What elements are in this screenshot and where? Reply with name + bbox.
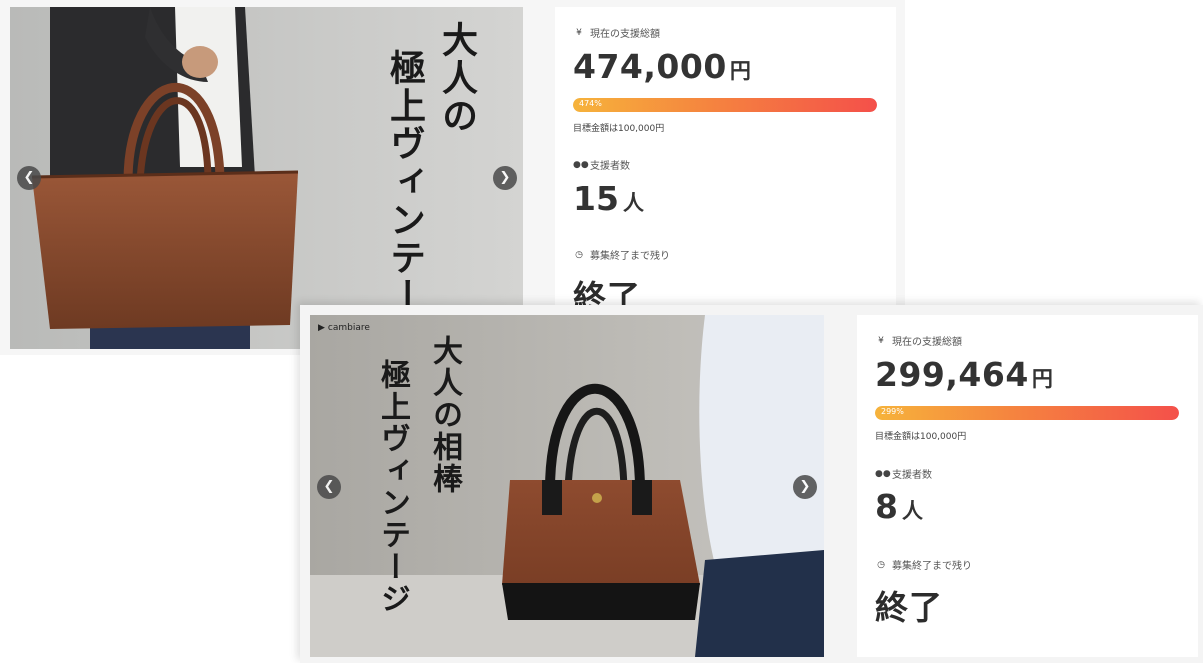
- total-amount-label: 現在の支援総額: [590, 29, 660, 40]
- brand-logo: ▶ cambiare: [318, 323, 370, 333]
- funding-stats-panel: ¥ 現在の支援総額 299,464 円 299% 目標金額は100,000円 ●●…: [857, 315, 1198, 657]
- catch-copy-line-2: 極上ヴィンテージ: [384, 49, 426, 349]
- supporters-value: 15: [573, 179, 619, 218]
- chevron-right-icon: ❯: [499, 170, 511, 185]
- supporters-label: 支援者数: [590, 161, 630, 172]
- goal-amount-text: 目標金額は100,000円: [573, 124, 665, 134]
- supporters-unit: 人: [622, 191, 644, 215]
- catch-copy-line-1: 大人の: [436, 21, 478, 135]
- project-card-1: 大人の 極上ヴィンテージ ❮ ❯ ¥ 現在の支援総額 474,000 円 474%…: [0, 0, 905, 355]
- supporters-value: 8: [875, 487, 898, 526]
- total-amount-value: 474,000: [573, 47, 727, 86]
- product-image-carousel[interactable]: ▶ cambiare 大人の相棒 極上ヴィンテージ ❮ ❯: [310, 315, 824, 657]
- remaining-label: 募集終了まで残り: [892, 561, 972, 572]
- progress-percent: 299%: [881, 407, 904, 416]
- supporters-count: 8人: [875, 487, 923, 526]
- supporters-label: 支援者数: [892, 470, 932, 481]
- clock-icon: ◷: [575, 249, 583, 260]
- remaining-label: 募集終了まで残り: [590, 251, 670, 262]
- product-image-carousel[interactable]: 大人の 極上ヴィンテージ ❮ ❯: [10, 7, 523, 349]
- carousel-prev-button[interactable]: ❮: [17, 166, 41, 190]
- supporters-count: 15 人: [573, 179, 644, 218]
- project-card-2: ▶ cambiare 大人の相棒 極上ヴィンテージ ❮ ❯ ¥ 現在の支援総額 …: [300, 305, 1203, 663]
- carousel-next-button[interactable]: ❯: [793, 475, 817, 499]
- total-amount-value: 299,464: [875, 355, 1029, 394]
- progress-bar-fill: [875, 406, 1179, 420]
- people-icon: ●●: [875, 468, 891, 479]
- funding-stats-panel: ¥ 現在の支援総額 474,000 円 474% 目標金額は100,000円 ●●…: [555, 7, 896, 355]
- catch-copy-line-1: 大人の相棒: [427, 335, 462, 495]
- yen-icon: ¥: [878, 335, 884, 346]
- total-amount: 299,464 円: [875, 355, 1053, 394]
- carousel-next-button[interactable]: ❯: [493, 166, 517, 190]
- progress-percent: 474%: [579, 99, 602, 108]
- supporters-unit: 人: [901, 499, 923, 523]
- clock-icon: ◷: [877, 559, 885, 570]
- total-amount-label: 現在の支援総額: [892, 337, 962, 348]
- chevron-left-icon: ❮: [23, 170, 35, 185]
- remaining-value: 終了: [875, 588, 943, 627]
- progress-bar: 474%: [573, 98, 877, 112]
- people-icon: ●●: [573, 159, 589, 170]
- chevron-left-icon: ❮: [323, 479, 335, 494]
- catch-copy-line-2: 極上ヴィンテージ: [375, 359, 410, 615]
- total-amount-unit: 円: [729, 59, 751, 83]
- yen-icon: ¥: [576, 27, 582, 38]
- total-amount-unit: 円: [1031, 367, 1053, 391]
- progress-bar-fill: [573, 98, 877, 112]
- carousel-prev-button[interactable]: ❮: [317, 475, 341, 499]
- goal-amount-text: 目標金額は100,000円: [875, 432, 967, 442]
- brand-name: cambiare: [327, 323, 370, 333]
- logo-mark-icon: ▶: [318, 323, 325, 333]
- total-amount: 474,000 円: [573, 47, 751, 86]
- progress-bar: 299%: [875, 406, 1179, 420]
- chevron-right-icon: ❯: [799, 479, 811, 494]
